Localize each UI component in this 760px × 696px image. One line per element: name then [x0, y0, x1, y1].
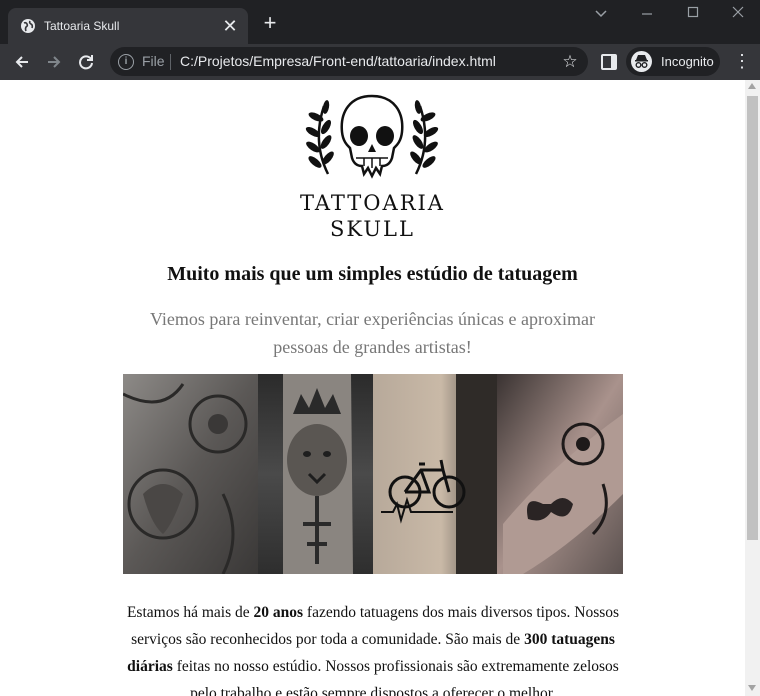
about-text-3: feitas no nosso estúdio. Nossos profissi…	[172, 658, 619, 696]
about-text-1: Estamos há mais de	[126, 604, 254, 621]
window-close-icon[interactable]	[723, 4, 753, 22]
scroll-thumb[interactable]	[747, 96, 758, 540]
reload-icon[interactable]	[72, 48, 100, 76]
maximize-icon[interactable]	[678, 4, 708, 22]
brand-line-2: SKULL	[330, 217, 415, 241]
page-title: Muito mais que um simples estúdio de tat…	[167, 263, 578, 285]
side-panel-icon[interactable]	[601, 54, 617, 70]
star-icon[interactable]: ☆	[560, 52, 580, 72]
scroll-up-arrow-icon[interactable]	[748, 83, 756, 89]
tattoo-banner-image	[123, 374, 623, 574]
forward-icon[interactable]	[40, 48, 68, 76]
browser-toolbar: i File C:/Projetos/Empresa/Front-end/tat…	[0, 44, 760, 80]
scheme-label: File	[142, 53, 165, 69]
brand-logo: TATTOARIA SKULL	[300, 92, 445, 242]
back-icon[interactable]	[8, 48, 36, 76]
incognito-badge[interactable]: Incognito	[626, 47, 720, 76]
skull-laurel-icon	[305, 94, 439, 179]
plus-icon[interactable]: +	[258, 12, 282, 36]
brand-line-1: TATTOARIA	[300, 191, 445, 215]
about-highlight-years: 20 anos	[253, 604, 304, 621]
page-viewport: TATTOARIA SKULL Muito mais que um simple…	[0, 80, 745, 696]
url-text[interactable]: C:/Projetos/Empresa/Front-end/tattoaria/…	[180, 53, 496, 70]
minimize-icon[interactable]	[632, 4, 662, 22]
page-subtitle: Viemos para reinventar, criar experiênci…	[150, 309, 595, 357]
vertical-scrollbar[interactable]	[745, 80, 760, 696]
incognito-label: Incognito	[661, 54, 714, 69]
close-icon[interactable]: ✕	[220, 16, 240, 36]
globe-icon	[21, 19, 35, 33]
address-bar[interactable]: i File C:/Projetos/Empresa/Front-end/tat…	[110, 47, 588, 76]
about-paragraph: Estamos há mais de 20 anos fazendo tatua…	[113, 599, 633, 696]
scroll-down-arrow-icon[interactable]	[748, 685, 756, 691]
omnibox-divider	[170, 54, 171, 70]
info-icon[interactable]: i	[118, 54, 134, 70]
menu-icon[interactable]: ⋮	[732, 50, 752, 72]
tab-search-icon[interactable]	[586, 4, 616, 22]
tab-title: Tattoaria Skull	[44, 19, 120, 33]
tab-tattoaria[interactable]: Tattoaria Skull ✕	[8, 8, 248, 44]
incognito-icon	[631, 51, 652, 72]
tab-strip: Tattoaria Skull ✕ +	[0, 0, 760, 44]
brand-name: TATTOARIA SKULL	[300, 190, 445, 242]
